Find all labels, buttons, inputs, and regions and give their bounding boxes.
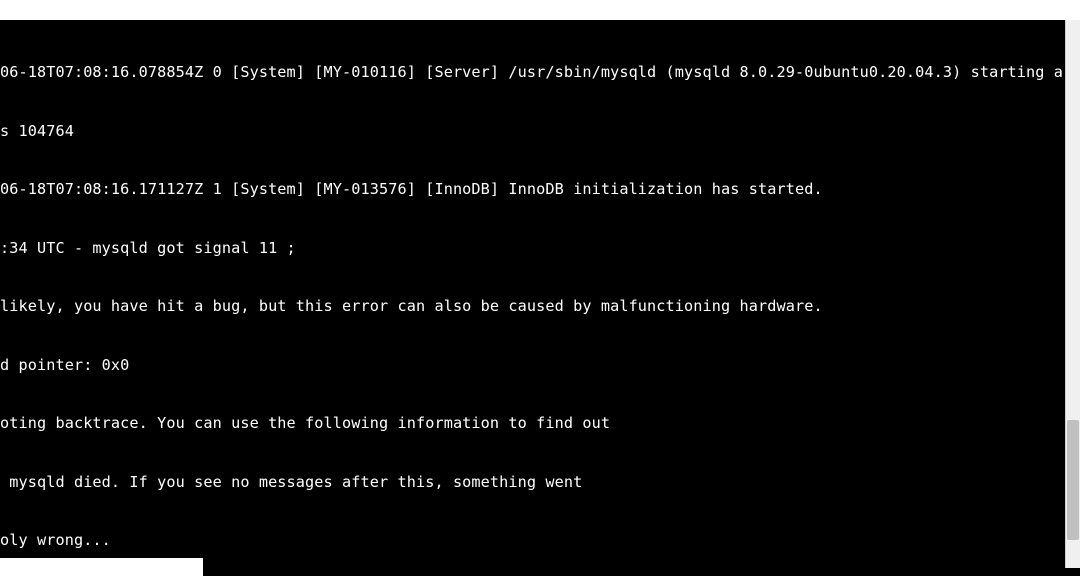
- log-line: mysqld died. If you see no messages afte…: [0, 473, 1080, 493]
- scrollbar-thumb[interactable]: [1067, 420, 1079, 540]
- log-line: :34 UTC - mysqld got signal 11 ;: [0, 239, 1080, 259]
- log-line: s 104764: [0, 122, 1080, 142]
- pager-status-bar: og/mysql/error.log: [0, 558, 203, 576]
- log-line: oting backtrace. You can use the followi…: [0, 414, 1080, 434]
- log-line: oly wrong...: [0, 531, 1080, 551]
- log-line: d pointer: 0x0: [0, 356, 1080, 376]
- log-line: 06-18T07:08:16.078854Z 0 [System] [MY-01…: [0, 63, 1080, 83]
- log-line: likely, you have hit a bug, but this err…: [0, 297, 1080, 317]
- scrollbar-track[interactable]: [1065, 20, 1080, 568]
- log-line: 06-18T07:08:16.171127Z 1 [System] [MY-01…: [0, 180, 1080, 200]
- terminal-output[interactable]: 06-18T07:08:16.078854Z 0 [System] [MY-01…: [0, 20, 1080, 576]
- window-tabbar: [0, 0, 1080, 20]
